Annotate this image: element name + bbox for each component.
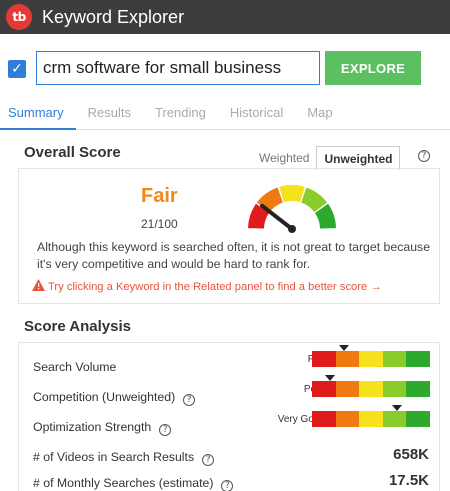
optimization-label-text: Optimization Strength <box>33 420 152 434</box>
bar-segment <box>406 351 430 367</box>
tab-summary[interactable]: Summary <box>0 100 76 130</box>
tab-trending[interactable]: Trending <box>143 100 218 130</box>
search-volume-bar <box>312 345 430 367</box>
bar-marker <box>391 405 402 411</box>
score-analysis-card: Search Volume Fair Competition (Unweight… <box>18 342 440 491</box>
videos-help-icon[interactable]: ? <box>202 454 215 466</box>
bar-segment <box>382 381 407 397</box>
competition-help-icon[interactable]: ? <box>183 394 196 406</box>
bar-segment <box>359 381 383 397</box>
logo-text: tb <box>12 10 26 24</box>
bar-segment <box>335 381 360 397</box>
analysis-row-search-volume: Search Volume Fair <box>19 345 441 381</box>
gauge-segment <box>314 203 336 229</box>
optimization-bar <box>312 405 430 427</box>
overall-score-title: Overall Score <box>24 144 121 161</box>
videos-label-text: # of Videos in Search Results <box>33 450 195 464</box>
explore-button[interactable]: EXPLORE <box>325 51 421 85</box>
bar-marker <box>324 375 335 381</box>
title-bar: tb Keyword Explorer <box>0 0 450 34</box>
score-analysis-title: Score Analysis <box>24 318 131 335</box>
score-value: 21/100 <box>141 217 178 231</box>
bar-segment <box>406 381 430 397</box>
unweighted-option[interactable]: Unweighted <box>316 146 401 170</box>
score-gauge <box>248 185 336 233</box>
tab-historical[interactable]: Historical <box>218 100 295 130</box>
overall-help-icon[interactable]: ? <box>418 150 430 162</box>
monthly-searches-label: # of Monthly Searches (estimate)? <box>33 476 234 491</box>
score-tip-text: Try clicking a Keyword in the Related pa… <box>48 281 382 293</box>
bar-segment <box>359 411 383 427</box>
score-tip-link[interactable]: Try clicking a Keyword in the Related pa… <box>32 279 382 293</box>
tab-results[interactable]: Results <box>76 100 143 130</box>
search-volume-label: Search Volume <box>33 360 117 374</box>
score-rating: Fair <box>141 185 178 207</box>
analysis-row-optimization: Optimization Strength? Very Good <box>19 405 441 441</box>
optimization-label: Optimization Strength? <box>33 420 172 436</box>
score-description: Although this keyword is searched often,… <box>37 240 431 271</box>
app-title: Keyword Explorer <box>42 6 185 27</box>
competition-label-text: Competition (Unweighted) <box>33 390 176 404</box>
keyword-checkbox[interactable]: ✓ <box>8 60 26 78</box>
gauge-segment <box>256 187 284 213</box>
app-logo: tb <box>6 4 32 30</box>
bar-segment <box>312 411 336 427</box>
gauge-hub <box>288 225 296 233</box>
videos-value: 658K <box>393 446 429 463</box>
keyword-search-input[interactable] <box>36 51 320 85</box>
bar-segment <box>335 351 360 367</box>
weighting-toggle: Weighted Unweighted <box>252 146 401 170</box>
monthly-searches-value: 17.5K <box>388 472 429 489</box>
competition-label: Competition (Unweighted)? <box>33 390 196 406</box>
bar-segment <box>382 411 407 427</box>
warning-icon <box>32 279 45 291</box>
bar-segment <box>359 351 383 367</box>
tab-bar: Summary Results Trending Historical Map <box>0 100 450 130</box>
monthly-searches-label-text: # of Monthly Searches (estimate) <box>33 476 214 490</box>
bar-marker <box>338 345 349 351</box>
bar-segment <box>335 411 360 427</box>
bar-segment <box>312 381 336 397</box>
competition-bar <box>312 375 430 397</box>
bar-segment <box>406 411 430 427</box>
gauge-segment <box>279 185 305 203</box>
analysis-row-competition: Competition (Unweighted)? Poor <box>19 375 441 411</box>
search-row: ✓ EXPLORE <box>0 50 450 86</box>
bar-segment <box>382 351 407 367</box>
bar-segment <box>312 351 336 367</box>
gauge-segment <box>300 187 328 213</box>
optimization-help-icon[interactable]: ? <box>159 424 172 436</box>
videos-label: # of Videos in Search Results? <box>33 450 215 466</box>
analysis-row-monthly-searches: # of Monthly Searches (estimate)? 17.5K <box>19 467 441 491</box>
overall-score-card: Fair 21/100 Although this keyword is sea… <box>18 168 440 304</box>
gauge-segment <box>248 203 270 229</box>
weighted-option[interactable]: Weighted <box>252 146 316 170</box>
monthly-searches-help-icon[interactable]: ? <box>221 480 234 491</box>
tab-map[interactable]: Map <box>295 100 344 130</box>
